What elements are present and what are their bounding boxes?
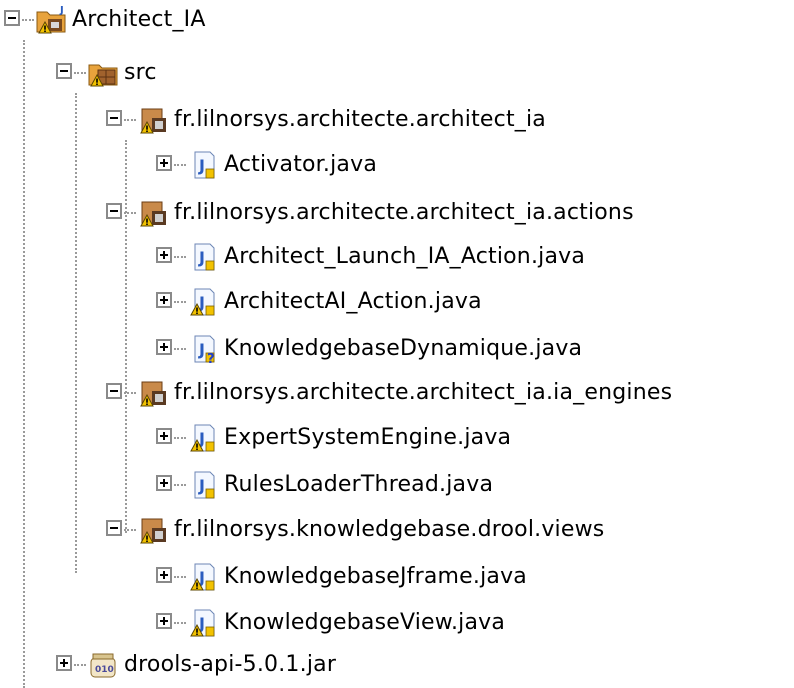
java-file-unversioned-icon: J xyxy=(190,609,215,637)
svg-text:J: J xyxy=(198,340,205,359)
tree-item[interactable]: J Architect_IA xyxy=(0,0,794,40)
java-file-icon: J xyxy=(194,151,215,179)
tree-connector-line xyxy=(74,664,86,666)
tree-connector-line xyxy=(174,484,186,486)
package-icon xyxy=(140,201,166,227)
tree-item[interactable]: src xyxy=(0,53,794,93)
expand-toggle-icon[interactable] xyxy=(156,339,172,355)
tree-connector-line xyxy=(174,437,186,439)
java-file-icon: J xyxy=(194,243,215,271)
tree-connector-line xyxy=(174,256,186,258)
expand-toggle-icon[interactable] xyxy=(156,567,172,583)
package-icon xyxy=(140,108,166,134)
tree-item[interactable]: J KnowledgebaseView.java xyxy=(0,603,794,643)
tree-item-label: drools-api-5.0.1.jar xyxy=(124,652,337,677)
tree-item-label: fr.lilnorsys.architecte.architect_ia.act… xyxy=(174,200,634,225)
tree-item[interactable]: fr.lilnorsys.architecte.architect_ia.ia_… xyxy=(0,373,794,413)
tree-connector-line xyxy=(174,164,186,166)
tree-item-label: Architect_IA xyxy=(72,7,206,32)
package-icon xyxy=(140,381,166,407)
tree-connector-line xyxy=(124,392,136,394)
expand-toggle-icon[interactable] xyxy=(156,428,172,444)
tree-connector-line xyxy=(174,348,186,350)
collapse-toggle-icon[interactable] xyxy=(4,10,20,26)
expand-toggle-icon[interactable] xyxy=(156,247,172,263)
svg-text:J: J xyxy=(198,248,205,267)
tree-item-label: Architect_Launch_IA_Action.java xyxy=(224,244,586,269)
java-file-icon: J xyxy=(190,424,215,452)
tree-item-label: RulesLoaderThread.java xyxy=(224,472,494,497)
expand-toggle-icon[interactable] xyxy=(156,475,172,491)
package-unversioned-icon xyxy=(140,518,166,544)
tree-connector-line xyxy=(174,576,186,578)
tree-connector-line xyxy=(124,212,136,214)
tree-item[interactable]: J RulesLoaderThread.java xyxy=(0,465,794,505)
expand-toggle-icon[interactable] xyxy=(56,655,72,671)
tree-item[interactable]: J Activator.java xyxy=(0,145,794,185)
tree-item[interactable]: fr.lilnorsys.architecte.architect_ia.act… xyxy=(0,193,794,233)
tree-item-label: fr.lilnorsys.architecte.architect_ia xyxy=(174,107,546,132)
java-file-unversioned-icon: J xyxy=(190,563,215,591)
source-folder-icon xyxy=(88,64,118,87)
tree-item-label: fr.lilnorsys.architecte.architect_ia.ia_… xyxy=(174,380,673,405)
tree-item[interactable]: J Architect_Launch_IA_Action.java xyxy=(0,237,794,277)
tree-connector-line xyxy=(22,19,34,21)
tree-item[interactable]: J KnowledgebaseJframe.java xyxy=(0,557,794,597)
tree-connector-line xyxy=(174,301,186,303)
expand-toggle-icon[interactable] xyxy=(156,613,172,629)
tree-item[interactable]: fr.lilnorsys.architecte.architect_ia xyxy=(0,100,794,140)
java-file-icon: J xyxy=(190,288,215,316)
tree-item-label: KnowledgebaseJframe.java xyxy=(224,564,527,589)
java-file-unversioned-icon: J? xyxy=(194,335,215,366)
collapse-toggle-icon[interactable] xyxy=(106,383,122,399)
tree-item-label: ExpertSystemEngine.java xyxy=(224,425,512,450)
tree-item[interactable]: J ExpertSystemEngine.java xyxy=(0,418,794,458)
tree-item[interactable]: J ArchitectAI_Action.java xyxy=(0,282,794,322)
tree-connector-line xyxy=(124,529,136,531)
tree-item[interactable]: J? KnowledgebaseDynamique.java xyxy=(0,329,794,369)
tree-item-label: KnowledgebaseDynamique.java xyxy=(224,336,583,361)
tree-item-label: fr.lilnorsys.knowledgebase.drool.views xyxy=(174,517,605,542)
collapse-toggle-icon[interactable] xyxy=(106,520,122,536)
collapse-toggle-icon[interactable] xyxy=(56,63,72,79)
tree-item-label: src xyxy=(124,60,157,85)
tree-connector-line xyxy=(124,119,136,121)
expand-toggle-icon[interactable] xyxy=(156,292,172,308)
collapse-toggle-icon[interactable] xyxy=(106,110,122,126)
expand-toggle-icon[interactable] xyxy=(156,155,172,171)
tree-item[interactable]: 010 drools-api-5.0.1.jar xyxy=(0,645,794,685)
tree-item-label: KnowledgebaseView.java xyxy=(224,610,506,635)
tree-connector-line xyxy=(74,72,86,74)
project-explorer-tree: J Architect_IAsrc fr.lilnorsys.architecte.… xyxy=(0,0,794,688)
tree-item-label: ArchitectAI_Action.java xyxy=(224,289,482,314)
java-file-icon: J xyxy=(194,471,215,499)
svg-text:J: J xyxy=(59,5,64,16)
tree-item[interactable]: fr.lilnorsys.knowledgebase.drool.views xyxy=(0,510,794,550)
svg-text:010: 010 xyxy=(95,665,114,675)
tree-item-label: Activator.java xyxy=(224,152,377,177)
svg-text:J: J xyxy=(198,156,205,175)
tree-connector-line xyxy=(174,622,186,624)
collapse-toggle-icon[interactable] xyxy=(106,203,122,219)
svg-text:?: ? xyxy=(207,352,215,366)
project-folder-icon: J xyxy=(36,5,66,34)
jar-icon: 010 xyxy=(90,653,116,678)
svg-text:J: J xyxy=(198,476,205,495)
